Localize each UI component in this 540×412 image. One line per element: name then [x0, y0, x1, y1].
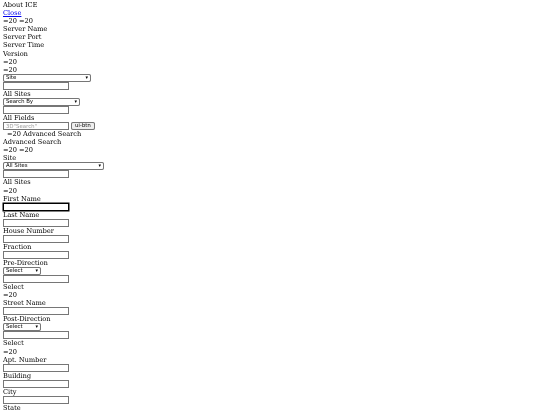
building-input[interactable] [3, 379, 69, 388]
chevron-down-icon: ▾ [35, 268, 38, 275]
house-number-input[interactable] [3, 234, 69, 243]
server-port-label: Server Port [3, 33, 42, 42]
last-name-input[interactable] [3, 218, 69, 227]
post-direction-select-value: Select [6, 324, 23, 331]
house-number-label: House Number [3, 226, 54, 235]
post-direction-eq: =20 [3, 347, 17, 356]
city-input[interactable] [3, 395, 69, 404]
street-name-input[interactable] [3, 307, 69, 316]
about-eq-row: =20 =20 [3, 17, 33, 26]
building-label: Building [3, 371, 32, 380]
site-input[interactable] [3, 81, 69, 90]
advanced-search-link[interactable]: =20 Advanced Search [3, 130, 540, 138]
pre-direction-label: Pre-Direction [3, 258, 48, 267]
post-direction-input[interactable] [3, 331, 69, 340]
search-by-select[interactable]: Search By ▾ [3, 97, 80, 106]
server-name-label: Server Name [3, 25, 48, 34]
post-direction-value: Select [3, 339, 24, 348]
version-label: Version [3, 49, 28, 58]
apt-number-input[interactable] [3, 363, 69, 372]
pre-direction-input[interactable] [3, 275, 69, 284]
about-eq-2: =20 [3, 65, 17, 74]
chevron-down-icon: ▾ [85, 74, 88, 81]
server-time-label: Server Time [3, 41, 45, 50]
search-by-select-value: Search By [6, 98, 34, 105]
close-link[interactable]: Close [3, 9, 540, 17]
adv-site-select-value: All Sites [6, 163, 28, 170]
pre-direction-select[interactable]: Select ▾ [3, 267, 41, 276]
search-input[interactable]: 3D"Search" [3, 122, 69, 131]
adv-site-eq: =20 [3, 186, 17, 195]
search-button[interactable]: ui-btn [71, 122, 95, 131]
city-label: City [3, 387, 17, 396]
state-label: State [3, 403, 21, 412]
adv-site-input[interactable] [3, 170, 69, 179]
chevron-down-icon: ▾ [98, 163, 101, 170]
site-value: All Sites [3, 89, 31, 98]
pre-direction-eq: =20 [3, 291, 17, 300]
advanced-eq-row: =20 =20 [3, 146, 33, 155]
pre-direction-select-value: Select [6, 268, 23, 275]
adv-site-label: Site [3, 154, 17, 163]
street-name-label: Street Name [3, 299, 46, 308]
search-by-value: All Fields [3, 113, 35, 122]
advanced-heading: Advanced Search [3, 138, 62, 147]
fraction-input[interactable] [3, 250, 69, 259]
first-name-input[interactable] [3, 202, 69, 211]
apt-number-label: Apt. Number [3, 355, 47, 364]
chevron-down-icon: ▾ [35, 324, 38, 331]
page: About ICE Close =20 =20 Server Name Serv… [0, 0, 540, 412]
adv-site-select[interactable]: All Sites ▾ [3, 162, 104, 171]
pre-direction-value: Select [3, 283, 24, 292]
post-direction-select[interactable]: Select ▾ [3, 323, 41, 332]
chevron-down-icon: ▾ [74, 98, 77, 105]
post-direction-label: Post-Direction [3, 315, 51, 324]
about-eq-1: =20 [3, 57, 17, 66]
adv-site-value: All Sites [3, 178, 31, 187]
about-title: About ICE [3, 1, 38, 9]
last-name-label: Last Name [3, 210, 40, 219]
site-select[interactable]: Site ▾ [3, 73, 91, 82]
first-name-label: First Name [3, 194, 41, 203]
fraction-label: Fraction [3, 242, 32, 251]
site-select-value: Site [6, 74, 17, 81]
search-row: 3D"Search" ui-btn [3, 122, 540, 131]
search-by-input[interactable] [3, 105, 69, 114]
